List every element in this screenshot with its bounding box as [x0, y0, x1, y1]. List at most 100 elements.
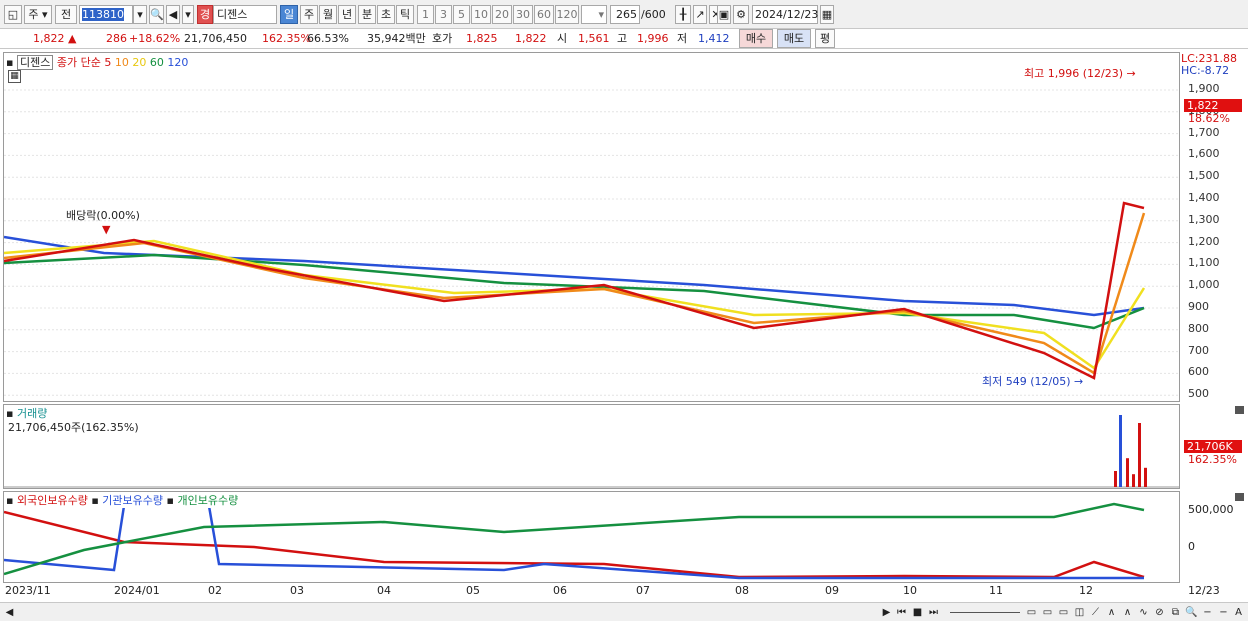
font-size-icon[interactable]: A [1231, 605, 1246, 620]
period-tick[interactable]: 틱 [396, 5, 414, 24]
period-month[interactable]: 월 [319, 5, 337, 24]
interval-30[interactable]: 30 [513, 5, 533, 24]
high-label: 고 [617, 32, 628, 45]
zoom-in-icon[interactable]: − [1216, 605, 1231, 620]
ma5-label: 5 [104, 56, 112, 69]
interval-20[interactable]: 20 [492, 5, 512, 24]
minimize-volume-icon[interactable] [1235, 406, 1244, 414]
ask-price: 1,825 [466, 32, 498, 45]
code-input[interactable]: 113810 [79, 5, 133, 24]
count-input[interactable]: 265 [610, 5, 640, 24]
draw-icon[interactable]: ↗ [693, 5, 707, 24]
x-label: 2024/01 [114, 584, 160, 597]
interval-3[interactable]: 3 [435, 5, 452, 24]
grid-toggle-icon[interactable]: ▦ [8, 70, 21, 83]
split-icon[interactable]: ▭ [1040, 605, 1055, 620]
pane-menu-icon[interactable]: ▪ [91, 494, 98, 507]
multi-icon[interactable]: ▭ [1056, 605, 1071, 620]
scroll-right-icon[interactable]: ▶ [879, 605, 894, 620]
code-dropdown-icon[interactable]: ▾ [133, 5, 147, 24]
stop-icon[interactable]: ■ [910, 605, 925, 620]
zoom-slider[interactable] [950, 612, 1020, 613]
price-y-tick: 1,500 [1188, 169, 1220, 183]
x-label: 12 [1079, 584, 1093, 597]
save-icon[interactable]: ▣ [717, 5, 731, 24]
rewind-icon[interactable]: ⏮ [894, 605, 909, 620]
period-week[interactable]: 주 [300, 5, 318, 24]
bottom-toolbar: ◀ ▶ ⏮ ■ ⏭ ▭ ▭ ▭ ◫ ⟋ ∧ ∧ ∿ ⊘ ⧉ 🔍 − − A [0, 602, 1248, 621]
volume-bar [1132, 474, 1135, 487]
volume-bar [1114, 471, 1117, 487]
interval-5[interactable]: 5 [453, 5, 470, 24]
x-label: 04 [377, 584, 391, 597]
magnet-icon[interactable]: ⊘ [1152, 605, 1167, 620]
interval-60[interactable]: 60 [534, 5, 554, 24]
zoom-icon[interactable]: 🔍 [1184, 605, 1199, 620]
code-value: 113810 [82, 8, 124, 21]
volume-last-pct: 162.35% [1188, 453, 1237, 466]
holdings-pane[interactable]: ▪ 외국인보유수량 ▪ 기관보유수량 ▪ 개인보유수량 [3, 491, 1180, 583]
price-y-tick: 1,000 [1188, 278, 1220, 292]
scope-select[interactable]: 전 [55, 5, 77, 24]
last-pct-tag: 18.62% [1188, 112, 1230, 125]
x-label: 06 [553, 584, 567, 597]
scroll-left-icon[interactable]: ◀ [2, 605, 17, 620]
current-price: 1,822 [33, 32, 65, 45]
x-label: 03 [290, 584, 304, 597]
holdings-legend: ▪ 외국인보유수량 ▪ 기관보유수량 ▪ 개인보유수량 [6, 492, 239, 508]
stock-name-field[interactable]: 디젠스 [213, 5, 277, 24]
period-second[interactable]: 초 [377, 5, 395, 24]
draw-line-icon[interactable]: ⟋ [1088, 605, 1103, 620]
stock-tag[interactable]: 디젠스 [16, 55, 54, 70]
speaker-dropdown-icon[interactable]: ▾ [182, 5, 194, 24]
date-input[interactable]: 2024/12/23 [752, 5, 818, 24]
eval-button[interactable]: 평 [815, 29, 835, 48]
low-price: 1,412 [698, 32, 730, 45]
price-y-tick: 1,200 [1188, 234, 1220, 248]
copy-icon[interactable]: ⧉ [1168, 605, 1183, 620]
pattern-icon[interactable]: ∿ [1136, 605, 1151, 620]
price-chart-pane[interactable]: ▪ 디젠스 종가 단순 5 10 20 60 120 ▦ 배당락(0.00%) … [3, 52, 1180, 402]
price-y-tick: 500 [1188, 387, 1209, 401]
calendar-icon[interactable]: ▦ [820, 5, 834, 24]
sell-button[interactable]: 매도 [777, 29, 811, 48]
candle-icon[interactable]: ╂ [675, 5, 691, 24]
market-select[interactable]: 주 ▾ [24, 5, 52, 24]
search-icon[interactable]: 🔍 [149, 5, 164, 24]
zoom-out-icon[interactable]: − [1200, 605, 1215, 620]
moving-average-line [4, 212, 1146, 375]
minimize-holdings-icon[interactable] [1235, 493, 1244, 501]
interval-custom-select[interactable]: ▾ [581, 5, 607, 24]
trend2-icon[interactable]: ∧ [1120, 605, 1135, 620]
ma60-label: 60 [149, 56, 164, 69]
layout-icon[interactable]: ◫ [1072, 605, 1087, 620]
x-label: 02 [208, 584, 222, 597]
window-icon[interactable]: ▭ [1024, 605, 1039, 620]
pane-menu-icon[interactable]: ▪ [6, 56, 13, 69]
x-label: 07 [636, 584, 650, 597]
speaker-icon[interactable]: ◀ [166, 5, 180, 24]
pane-menu-icon[interactable]: ▪ [167, 494, 174, 507]
low-label: 저 [677, 32, 688, 45]
interval-1[interactable]: 1 [417, 5, 434, 24]
turnover-rate: 66.53% [307, 32, 349, 45]
pane-menu-icon[interactable]: ▪ [6, 494, 13, 507]
interval-120[interactable]: 120 [555, 5, 579, 24]
volume-pane[interactable]: ▪ 거래량 21,706,450주(162.35%) [3, 404, 1180, 489]
period-year[interactable]: 년 [338, 5, 356, 24]
trend-icon[interactable]: ∧ [1104, 605, 1119, 620]
main-toolbar: ◱ 주 ▾ 전 113810 ▾ 🔍 ◀ ▾ 경 디젠스 일 주 월 년 분 초… [0, 0, 1248, 29]
x-label: 11 [989, 584, 1003, 597]
fast-forward-icon[interactable]: ⏭ [926, 605, 941, 620]
institution-holding-label: 기관보유수량 [102, 494, 164, 507]
period-minute[interactable]: 분 [358, 5, 376, 24]
interval-10[interactable]: 10 [471, 5, 491, 24]
price-y-tick: 1,600 [1188, 147, 1220, 161]
period-day[interactable]: 일 [280, 5, 298, 24]
market-select-label: 주 [28, 8, 39, 21]
count-max: /600 [641, 8, 666, 21]
buy-button[interactable]: 매수 [739, 29, 773, 48]
layout-icon[interactable]: ◱ [4, 5, 22, 24]
scroll-track[interactable] [18, 608, 873, 616]
settings-icon[interactable]: ⚙ [733, 5, 749, 24]
